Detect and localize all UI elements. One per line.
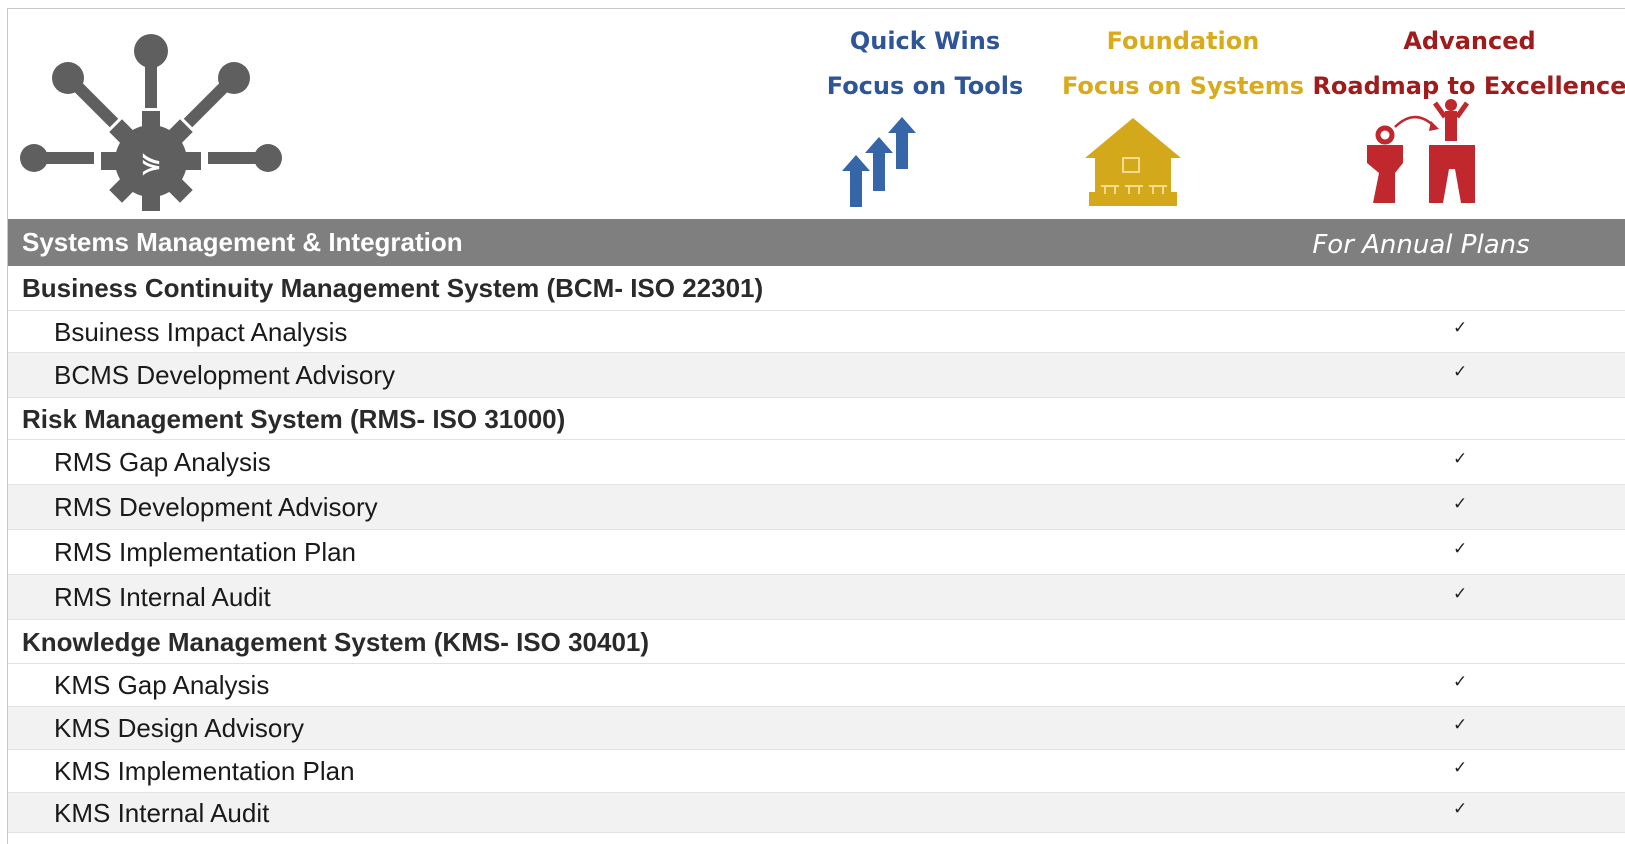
list-item: RMS Gap Analysis ✓ — [8, 440, 1625, 485]
check-mark-icon: ✓ — [1453, 539, 1468, 558]
check-mark-icon: ✓ — [1453, 799, 1468, 818]
section-row: Business Continuity Management System (B… — [8, 266, 1625, 311]
band-title: Systems Management & Integration — [22, 227, 463, 257]
leap-gap-icon — [1367, 99, 1475, 203]
check-mark-icon: ✓ — [1453, 715, 1468, 734]
service-list: Business Continuity Management System (B… — [8, 266, 1625, 833]
list-item: RMS Development Advisory ✓ — [8, 485, 1625, 530]
check-mark-icon: ✓ — [1453, 449, 1468, 468]
column-foundation-title: Foundation — [1106, 27, 1260, 55]
item-label: BCMS Development Advisory — [54, 360, 396, 390]
house-foundation-icon — [1085, 118, 1181, 206]
section-title: Knowledge Management System (KMS- ISO 30… — [22, 627, 650, 657]
item-label: Bsuiness Impact Analysis — [54, 317, 348, 347]
section-header-band: Systems Management & Integration For Ann… — [8, 219, 1625, 266]
check-mark-icon: ✓ — [1453, 362, 1468, 381]
list-item: KMS Internal Audit ✓ — [8, 793, 1625, 833]
item-label: KMS Implementation Plan — [54, 756, 355, 786]
stairs-arrows-icon — [842, 117, 916, 207]
section-title: Business Continuity Management System (B… — [22, 273, 764, 303]
band-note: For Annual Plans — [1312, 230, 1530, 260]
check-mark-icon: ✓ — [1453, 584, 1468, 603]
item-label: KMS Gap Analysis — [54, 670, 270, 700]
check-mark-icon: ✓ — [1453, 494, 1468, 513]
check-mark-icon: ✓ — [1453, 672, 1468, 691]
column-quick-wins-title: Quick Wins — [849, 27, 1001, 55]
svg-text:⋟: ⋟ — [140, 148, 162, 178]
item-label: KMS Internal Audit — [54, 798, 270, 828]
list-item: Bsuiness Impact Analysis ✓ — [8, 311, 1625, 353]
item-label: RMS Internal Audit — [54, 582, 271, 612]
column-quick-wins: Quick Wins Focus on Tools — [820, 19, 1030, 109]
item-label: RMS Implementation Plan — [54, 537, 357, 567]
section-row: Knowledge Management System (KMS- ISO 30… — [8, 620, 1625, 664]
list-item: RMS Implementation Plan ✓ — [8, 530, 1625, 575]
check-mark-icon: ✓ — [1453, 318, 1468, 337]
item-label: KMS Design Advisory — [54, 713, 304, 743]
column-advanced-title: Advanced — [1403, 27, 1536, 55]
column-advanced: Advanced Roadmap to Excellence — [1306, 19, 1625, 109]
column-quick-wins-subtitle: Focus on Tools — [826, 72, 1024, 100]
column-foundation: Foundation Focus on Systems — [1048, 19, 1318, 109]
list-item: KMS Gap Analysis ✓ — [8, 664, 1625, 707]
item-label: RMS Gap Analysis — [54, 447, 271, 477]
column-foundation-subtitle: Focus on Systems — [1061, 72, 1305, 100]
section-title: Risk Management System (RMS- ISO 31000) — [22, 404, 566, 434]
list-item: KMS Implementation Plan ✓ — [8, 750, 1625, 793]
list-item: KMS Design Advisory ✓ — [8, 707, 1625, 750]
gear-network-icon: ⋟ — [20, 34, 282, 211]
header: ⋟ Quick Wins Focus on Tools Foundation F… — [8, 9, 1625, 219]
check-mark-icon: ✓ — [1453, 758, 1468, 777]
section-row: Risk Management System (RMS- ISO 31000) — [8, 398, 1625, 440]
list-item: RMS Internal Audit ✓ — [8, 575, 1625, 620]
list-item: BCMS Development Advisory ✓ — [8, 353, 1625, 398]
item-label: RMS Development Advisory — [54, 492, 378, 522]
